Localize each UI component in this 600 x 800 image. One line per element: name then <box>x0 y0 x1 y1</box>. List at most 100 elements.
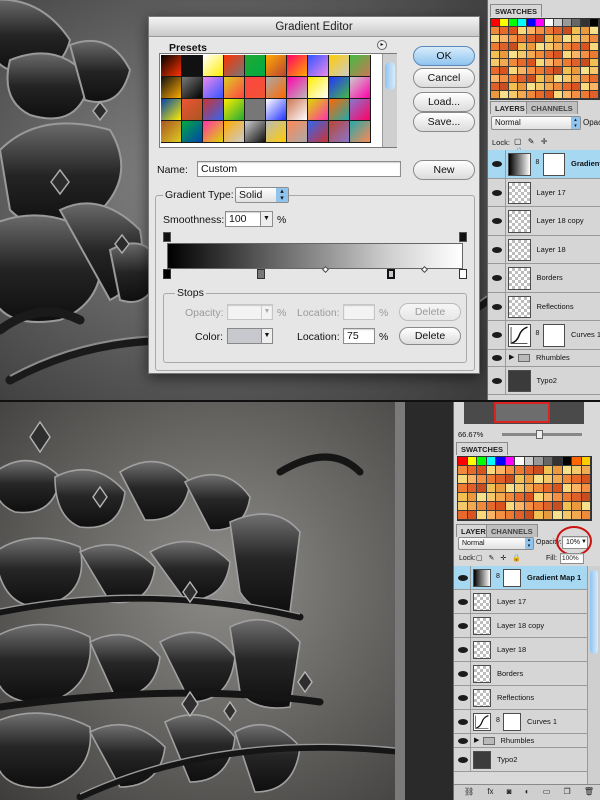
color-swatch[interactable] <box>491 35 500 43</box>
color-swatch[interactable] <box>581 59 590 67</box>
color-swatch[interactable] <box>509 75 518 83</box>
gradient-preset-swatch[interactable] <box>329 55 350 77</box>
cancel-button[interactable]: Cancel <box>413 68 475 88</box>
gradient-preset-swatch[interactable] <box>203 99 224 121</box>
color-swatch[interactable] <box>553 484 563 493</box>
color-swatch[interactable] <box>590 67 599 75</box>
color-swatch[interactable] <box>536 27 545 35</box>
color-swatch[interactable] <box>509 27 518 35</box>
color-swatch[interactable] <box>500 51 509 59</box>
color-swatch[interactable] <box>491 59 500 67</box>
layer-row[interactable]: 8 Gradient Map 1 <box>454 566 587 590</box>
color-stop-1[interactable] <box>163 269 171 279</box>
layer-row[interactable]: 8 Curves 1 <box>454 710 587 734</box>
gradient-preset-swatch[interactable] <box>287 77 308 99</box>
color-swatch[interactable] <box>563 59 572 67</box>
new-layer-icon[interactable]: ❐ <box>564 786 571 798</box>
color-stop-3[interactable] <box>387 269 395 279</box>
layer-row[interactable]: Reflections <box>488 292 600 321</box>
color-swatch[interactable] <box>491 19 500 27</box>
color-swatch[interactable] <box>527 75 536 83</box>
color-swatch[interactable] <box>553 493 563 502</box>
gradient-preset-swatch[interactable] <box>245 121 266 143</box>
eye-icon[interactable] <box>492 246 502 253</box>
chevron-down-icon[interactable]: ▼ <box>260 212 272 226</box>
color-swatch[interactable] <box>563 51 572 59</box>
color-swatch[interactable] <box>486 493 496 502</box>
color-swatch[interactable] <box>527 35 536 43</box>
color-swatch[interactable] <box>509 35 518 43</box>
color-swatch[interactable] <box>518 35 527 43</box>
color-swatch[interactable] <box>581 475 591 484</box>
link-icon[interactable]: ⛓ <box>464 786 474 798</box>
fx-icon[interactable]: fx <box>487 786 493 798</box>
color-swatch[interactable] <box>467 493 477 502</box>
color-swatch[interactable] <box>590 19 599 27</box>
color-swatch[interactable] <box>554 83 563 91</box>
color-swatch[interactable] <box>486 502 496 511</box>
opacity-field[interactable]: ▼ <box>227 304 273 320</box>
location-opacity-field[interactable] <box>343 304 375 320</box>
color-swatch[interactable] <box>536 67 545 75</box>
eye-icon[interactable] <box>492 275 502 282</box>
layer-row[interactable]: 8 Gradient <box>488 150 600 179</box>
color-swatch[interactable] <box>543 484 553 493</box>
color-swatch[interactable] <box>518 83 527 91</box>
color-swatch[interactable] <box>572 27 581 35</box>
color-swatch[interactable] <box>554 51 563 59</box>
color-swatch[interactable] <box>545 59 554 67</box>
gradient-preset-swatch[interactable] <box>350 77 371 99</box>
color-swatch[interactable] <box>458 502 468 511</box>
color-stop-2[interactable] <box>257 269 265 279</box>
color-swatch[interactable] <box>458 466 468 475</box>
color-swatch[interactable] <box>518 19 527 27</box>
color-swatch[interactable] <box>536 35 545 43</box>
color-swatch[interactable] <box>554 43 563 51</box>
gradient-preset-swatch[interactable] <box>161 55 182 77</box>
color-swatch[interactable] <box>505 466 515 475</box>
color-swatch[interactable] <box>515 457 525 466</box>
gradient-preset-swatch[interactable] <box>329 77 350 99</box>
color-swatch[interactable] <box>509 51 518 59</box>
color-swatch[interactable] <box>590 59 599 67</box>
color-swatch[interactable] <box>491 51 500 59</box>
color-swatch[interactable] <box>491 75 500 83</box>
color-swatch[interactable] <box>543 511 553 520</box>
color-swatch[interactable] <box>545 51 554 59</box>
color-swatch[interactable] <box>458 457 468 466</box>
color-swatch[interactable] <box>545 43 554 51</box>
color-swatch[interactable] <box>543 457 553 466</box>
color-swatch[interactable] <box>545 19 554 27</box>
new-button[interactable]: New <box>413 160 475 180</box>
channels-tab[interactable]: CHANNELS <box>526 101 578 114</box>
layer-row[interactable]: Typo2 <box>454 748 587 773</box>
color-swatch[interactable] <box>572 466 582 475</box>
color-swatch[interactable] <box>518 59 527 67</box>
gradient-preset-swatch[interactable] <box>182 121 203 143</box>
gradient-preset-swatch[interactable] <box>161 99 182 121</box>
color-swatch[interactable] <box>486 484 496 493</box>
eye-icon[interactable] <box>492 303 502 310</box>
color-swatch[interactable] <box>581 35 590 43</box>
eye-icon[interactable] <box>457 719 468 725</box>
color-swatch[interactable] <box>545 27 554 35</box>
color-swatch[interactable] <box>554 27 563 35</box>
color-swatch[interactable] <box>553 502 563 511</box>
color-swatch[interactable] <box>527 59 536 67</box>
color-swatch[interactable] <box>527 43 536 51</box>
opacity-stop-left[interactable] <box>163 232 171 242</box>
lock-icons[interactable]: ▢ ✎ ✛ 🔒 <box>476 554 526 563</box>
color-swatch[interactable] <box>496 511 506 520</box>
color-swatch[interactable] <box>536 91 545 99</box>
color-swatch[interactable] <box>515 493 525 502</box>
load-button[interactable]: Load... <box>413 92 475 112</box>
gradient-preset-swatch[interactable] <box>329 99 350 121</box>
adjustment-icon[interactable]: ◐ <box>525 786 530 798</box>
color-swatch[interactable] <box>500 91 509 99</box>
color-swatch[interactable] <box>536 43 545 51</box>
color-swatch[interactable] <box>496 502 506 511</box>
gradient-preset-swatch[interactable] <box>287 55 308 77</box>
color-swatch[interactable] <box>562 493 572 502</box>
color-swatch[interactable] <box>496 457 506 466</box>
chain-link-icon[interactable]: 8 <box>496 717 500 724</box>
